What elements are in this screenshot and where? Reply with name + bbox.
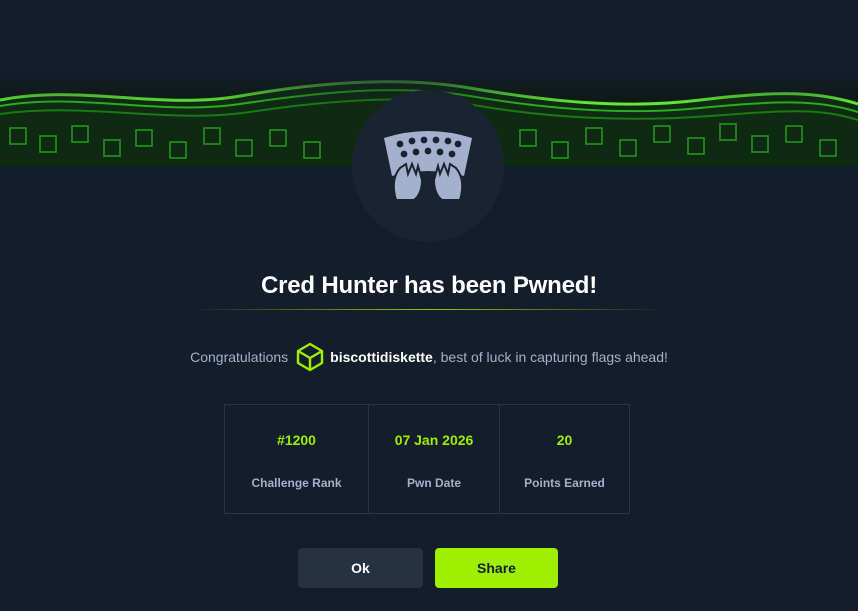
stat-pwn-date: 07 Jan 2026 Pwn Date [368, 405, 499, 513]
stat-label: Points Earned [524, 476, 605, 490]
ok-button[interactable]: Ok [298, 548, 423, 588]
machine-avatar [352, 90, 504, 242]
stat-value: 07 Jan 2026 [394, 432, 474, 448]
stat-value: #1200 [277, 432, 316, 448]
stats-table: #1200 Challenge Rank 07 Jan 2026 Pwn Dat… [224, 404, 630, 514]
stat-label: Pwn Date [406, 476, 461, 490]
hexagon-cube-icon [296, 342, 324, 372]
keyboard-hands-icon [378, 124, 478, 209]
page-title: Cred Hunter has been Pwned! [261, 272, 597, 299]
title-divider [190, 309, 668, 310]
congrats-prefix: Congratulations [190, 349, 289, 365]
congrats-suffix: , best of luck in capturing flags ahead! [432, 349, 668, 365]
congrats-message: Congratulations biscottidiskette , best … [0, 342, 858, 372]
stat-label: Challenge Rank [251, 476, 342, 490]
stat-value: 20 [556, 432, 573, 448]
username-link[interactable]: biscottidiskette [330, 349, 433, 365]
stat-points-earned: 20 Points Earned [499, 405, 629, 513]
share-button[interactable]: Share [435, 548, 558, 588]
stat-challenge-rank: #1200 Challenge Rank [225, 405, 368, 513]
